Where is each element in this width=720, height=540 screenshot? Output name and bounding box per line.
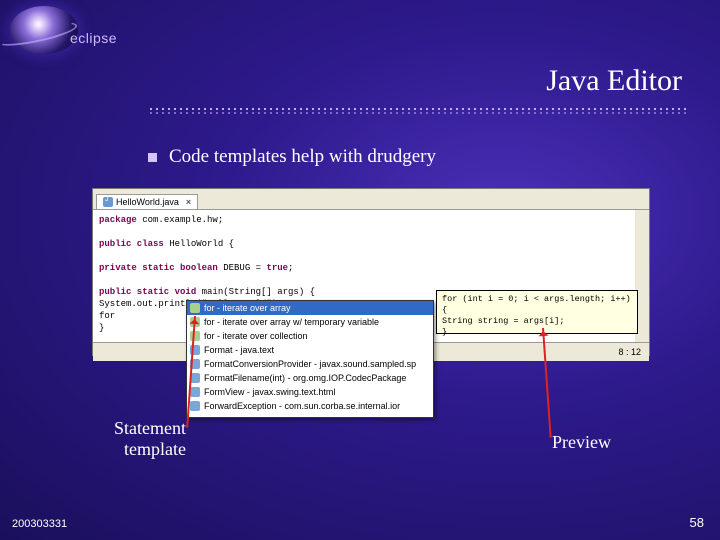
proposal-item[interactable]: for - iterate over array w/ temporary va…: [187, 315, 433, 329]
preview-line: for (int i = 0; i < args.length; i++) {: [442, 294, 632, 316]
slide-title: Java Editor: [546, 64, 682, 98]
proposal-item[interactable]: for - iterate over array: [187, 301, 433, 315]
tab-filename: HelloWorld.java: [116, 197, 179, 207]
logo-text: eclipse: [70, 30, 117, 46]
bullet-square-icon: [148, 153, 157, 162]
proposal-item[interactable]: for - iterate over collection: [187, 329, 433, 343]
footer-id: 200303331: [12, 518, 67, 530]
class-icon: [190, 401, 200, 411]
java-file-icon: [103, 197, 113, 207]
content-assist-popup[interactable]: for - iterate over array for - iterate o…: [186, 300, 434, 418]
overview-marker-icon: [639, 250, 647, 258]
proposal-item[interactable]: FormatConversionProvider - javax.sound.s…: [187, 357, 433, 371]
divider-dots-shadow: [148, 112, 688, 114]
eclipse-logo: eclipse: [8, 8, 118, 58]
preview-line: String string = args[i];: [442, 316, 632, 327]
proposal-item[interactable]: Format - java.text: [187, 343, 433, 357]
proposal-item[interactable]: FormView - javax.swing.text.html: [187, 385, 433, 399]
editor-tab[interactable]: HelloWorld.java ×: [96, 194, 198, 209]
slide-number: 58: [690, 515, 704, 530]
template-icon: [190, 303, 200, 313]
proposal-item[interactable]: ForwardException - com.sun.corba.se.inte…: [187, 399, 433, 413]
preview-line: }: [442, 327, 632, 338]
bullet-text: Code templates help with drudgery: [169, 146, 436, 168]
callout-label-statement: Statement template: [90, 418, 186, 460]
bullet-item: Code templates help with drudgery: [148, 146, 436, 168]
proposal-item[interactable]: FormatFilename(int) - org.omg.IOP.CodecP…: [187, 371, 433, 385]
class-icon: [190, 387, 200, 397]
divider-dots: [148, 108, 688, 110]
callout-label-preview: Preview: [552, 432, 611, 453]
cursor-position: 8 : 12: [618, 347, 641, 357]
editor-tab-bar: HelloWorld.java ×: [93, 189, 649, 210]
close-icon[interactable]: ×: [186, 197, 191, 207]
